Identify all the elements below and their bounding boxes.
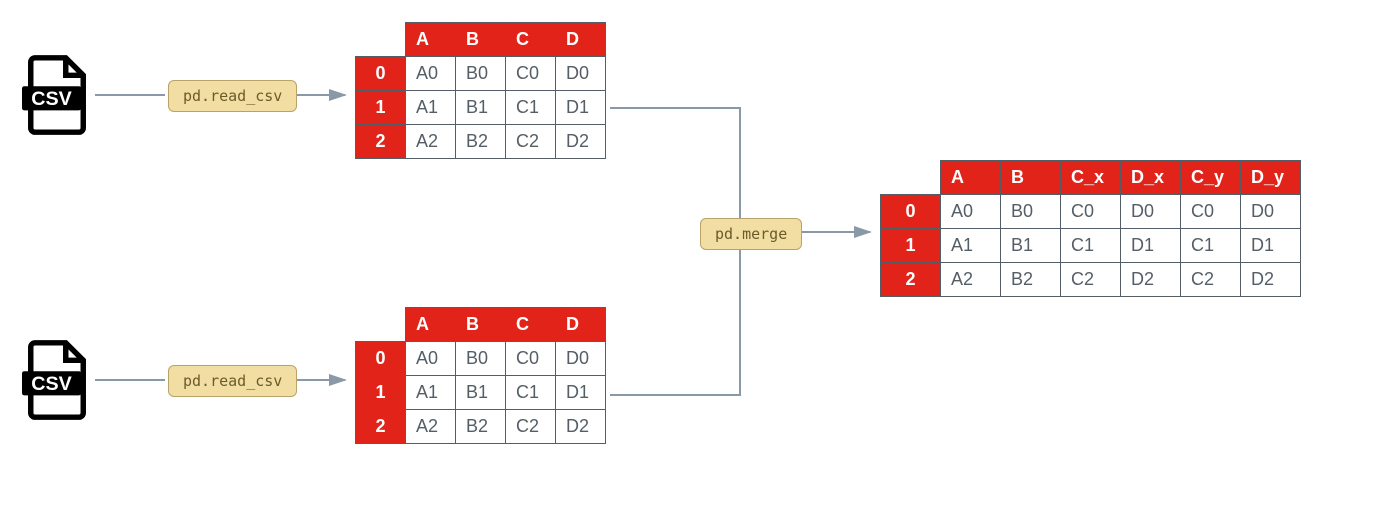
csv-file-icon: CSV [22, 340, 92, 420]
cell: B1 [1001, 229, 1061, 263]
table-row: 0 A0 B0 C0 D0 C0 D0 [881, 195, 1301, 229]
table-row: 2 A2 B2 C2 D2 [356, 410, 606, 444]
cell: C1 [506, 91, 556, 125]
table-row: 0 A0 B0 C0 D0 [356, 342, 606, 376]
table-header-row: A B C D [356, 23, 606, 57]
cell: C1 [1181, 229, 1241, 263]
read-csv-badge: pd.read_csv [168, 365, 297, 397]
cell: C0 [1181, 195, 1241, 229]
cell: C2 [1181, 263, 1241, 297]
cell: D2 [1121, 263, 1181, 297]
row-index: 2 [356, 410, 406, 444]
cell: D2 [556, 125, 606, 159]
cell: C2 [506, 125, 556, 159]
cell: C0 [506, 57, 556, 91]
cell: B0 [456, 57, 506, 91]
svg-text:CSV: CSV [31, 373, 71, 395]
col-header: C [506, 308, 556, 342]
cell: D0 [556, 342, 606, 376]
dataframe-table-1: A B C D 0 A0 B0 C0 D0 1 A1 B1 C1 D1 2 A2… [355, 22, 606, 159]
cell: C1 [506, 376, 556, 410]
table-header-row: A B C D [356, 308, 606, 342]
col-header: C_x [1061, 161, 1121, 195]
cell: D1 [556, 91, 606, 125]
cell: B0 [1001, 195, 1061, 229]
row-index: 2 [881, 263, 941, 297]
csv-file-icon: CSV [22, 55, 92, 135]
cell: D2 [1241, 263, 1301, 297]
cell: A1 [406, 91, 456, 125]
merged-dataframe-table: A B C_x D_x C_y D_y 0 A0 B0 C0 D0 C0 D0 … [880, 160, 1301, 297]
cell: D0 [1121, 195, 1181, 229]
cell: A0 [406, 57, 456, 91]
row-index: 1 [356, 376, 406, 410]
col-header: C [506, 23, 556, 57]
cell: D0 [556, 57, 606, 91]
table-row: 0 A0 B0 C0 D0 [356, 57, 606, 91]
table-row: 1 A1 B1 C1 D1 [356, 376, 606, 410]
col-header: D [556, 308, 606, 342]
cell: A2 [406, 125, 456, 159]
col-header: A [941, 161, 1001, 195]
cell: C2 [506, 410, 556, 444]
cell: D1 [556, 376, 606, 410]
table-corner [881, 161, 941, 195]
cell: C1 [1061, 229, 1121, 263]
col-header: D [556, 23, 606, 57]
col-header: D_x [1121, 161, 1181, 195]
row-index: 0 [356, 57, 406, 91]
table-row: 1 A1 B1 C1 D1 [356, 91, 606, 125]
read-csv-badge: pd.read_csv [168, 80, 297, 112]
table-corner [356, 308, 406, 342]
table-corner [356, 23, 406, 57]
cell: B0 [456, 342, 506, 376]
row-index: 2 [356, 125, 406, 159]
cell: B2 [456, 410, 506, 444]
cell: B2 [1001, 263, 1061, 297]
table-row: 2 A2 B2 C2 D2 [356, 125, 606, 159]
merge-badge: pd.merge [700, 218, 802, 250]
dataframe-table-2: A B C D 0 A0 B0 C0 D0 1 A1 B1 C1 D1 2 A2… [355, 307, 606, 444]
col-header: B [456, 23, 506, 57]
cell: B1 [456, 376, 506, 410]
cell: A0 [406, 342, 456, 376]
col-header: A [406, 308, 456, 342]
cell: A2 [406, 410, 456, 444]
row-index: 0 [881, 195, 941, 229]
cell: C2 [1061, 263, 1121, 297]
svg-text:CSV: CSV [31, 88, 71, 110]
cell: D1 [1241, 229, 1301, 263]
cell: A1 [406, 376, 456, 410]
cell: C0 [1061, 195, 1121, 229]
cell: A2 [941, 263, 1001, 297]
col-header: B [1001, 161, 1061, 195]
col-header: B [456, 308, 506, 342]
cell: B1 [456, 91, 506, 125]
row-index: 0 [356, 342, 406, 376]
cell: D1 [1121, 229, 1181, 263]
row-index: 1 [881, 229, 941, 263]
cell: A0 [941, 195, 1001, 229]
table-header-row: A B C_x D_x C_y D_y [881, 161, 1301, 195]
col-header: A [406, 23, 456, 57]
cell: D0 [1241, 195, 1301, 229]
row-index: 1 [356, 91, 406, 125]
cell: D2 [556, 410, 606, 444]
cell: B2 [456, 125, 506, 159]
col-header: D_y [1241, 161, 1301, 195]
cell: C0 [506, 342, 556, 376]
col-header: C_y [1181, 161, 1241, 195]
table-row: 1 A1 B1 C1 D1 C1 D1 [881, 229, 1301, 263]
cell: A1 [941, 229, 1001, 263]
table-row: 2 A2 B2 C2 D2 C2 D2 [881, 263, 1301, 297]
